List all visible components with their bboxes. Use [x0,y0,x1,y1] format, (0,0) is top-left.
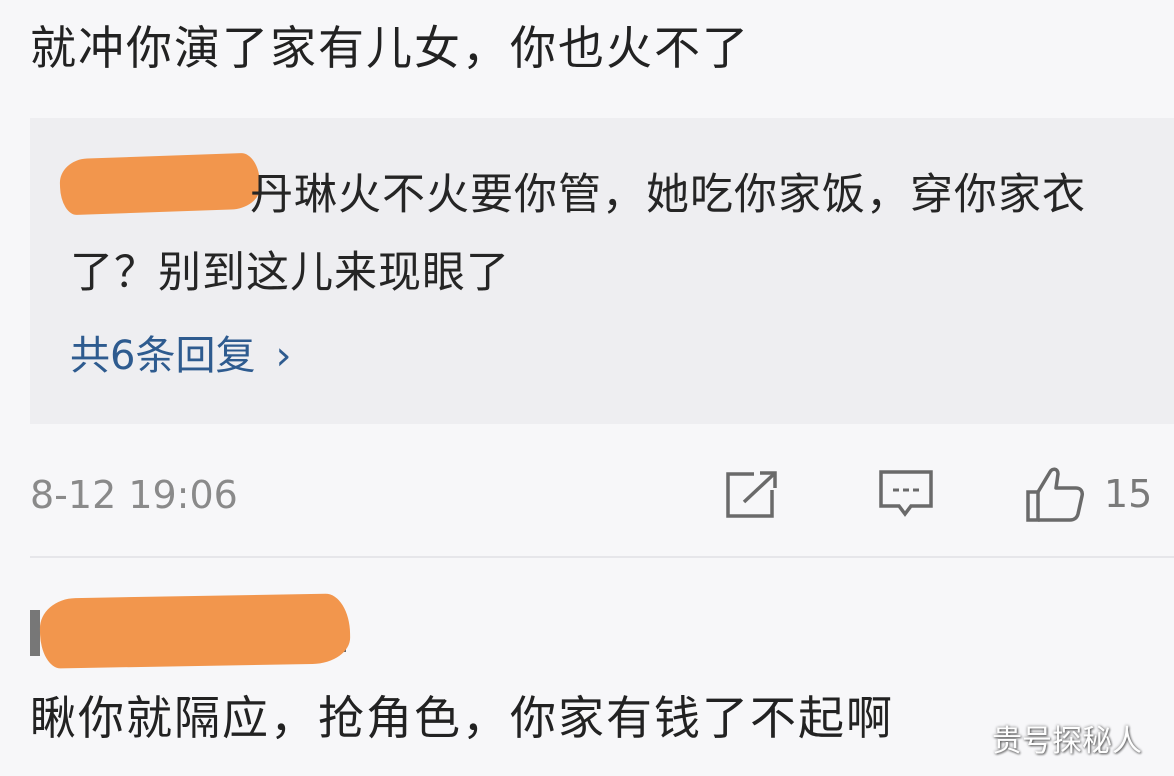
comment-button[interactable] [877,462,935,526]
chevron-right-icon: › [275,333,292,379]
comment-text: 就冲你演了家有儿女，你也火不了 [30,21,750,75]
share-icon [726,468,782,518]
like-button[interactable]: 15 [1024,462,1152,526]
like-count: 15 [1104,472,1153,516]
view-replies-label: 共6条回复 [70,333,256,379]
watermark: 贵号探秘人 [992,724,1142,759]
reply-text: 丹琳火不火要你管，她吃你家饭，穿你家衣了？别到这儿来现眼了 [70,156,1120,312]
thumbs-up-icon [1026,467,1084,522]
comment-icon [879,470,933,517]
share-button[interactable] [724,462,782,526]
reply-preview[interactable]: 丹琳火不火要你管，她吃你家饭，穿你家衣了？别到这儿来现眼了 共6条回复 › [30,118,1174,424]
username-edge [30,610,40,656]
view-replies-link[interactable]: 共6条回复 › [70,328,291,384]
comment-divider [30,556,1174,558]
comment-thread: 就冲你演了家有儿女，你也火不了 丹琳火不火要你管，她吃你家饭，穿你家衣了？别到这… [0,0,1174,776]
comment-text: 瞅你就隔应，抢角色，你家有钱了不起啊 [30,691,894,745]
comment-timestamp: 8-12 19:06 [30,473,238,517]
reply-content: 丹琳火不火要你管，她吃你家饭，穿你家衣了？别到这儿来现眼了 [70,170,1086,298]
redacted-username [39,593,351,669]
